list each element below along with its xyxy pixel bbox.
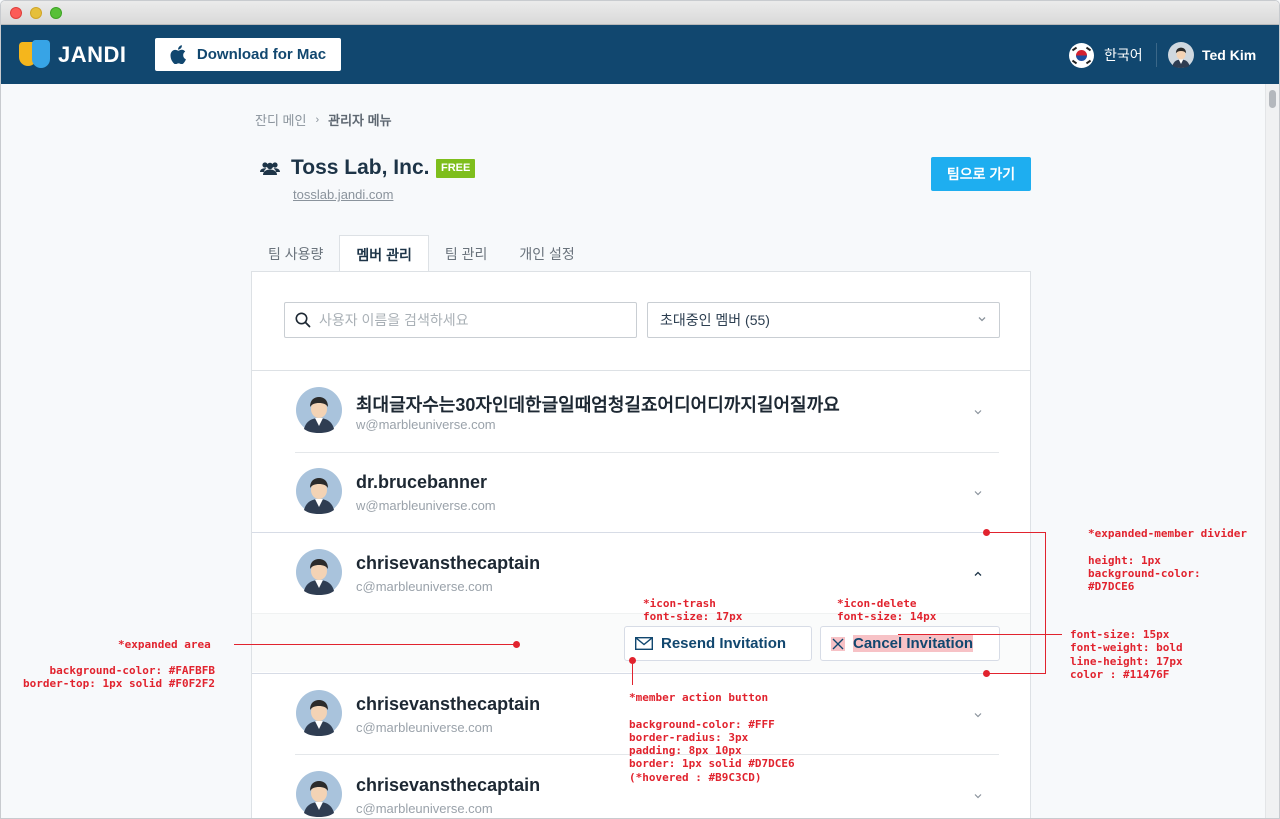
annotation-divider-spec: *expanded-member divider height: 1px bac… [1088, 527, 1247, 594]
search-icon [295, 312, 311, 328]
scrollbar-thumb[interactable] [1269, 90, 1276, 108]
member-name: chrisevansthecaptain [356, 775, 541, 795]
jandi-logo[interactable]: JANDI [19, 39, 127, 71]
annotation-icon-trash: *icon-trash font-size: 17px [643, 597, 743, 624]
jandi-logo-icon [19, 40, 52, 70]
korea-flag-icon [1069, 42, 1094, 68]
chevron-down-icon[interactable] [971, 488, 985, 498]
annotation-button-font: font-size: 15px font-weight: bold line-h… [1070, 628, 1183, 681]
member-email: w@marbleuniverse.com [356, 498, 496, 513]
team-members-icon [260, 162, 280, 175]
member-email: c@marbleuniverse.com [356, 801, 493, 816]
apple-icon [170, 45, 186, 64]
annotation-marker [513, 641, 520, 648]
vertical-scrollbar[interactable] [1265, 84, 1279, 818]
admin-tabs: 팀 사용량 멤버 관리 팀 관리 개인 설정 [252, 235, 591, 273]
member-email: c@marbleuniverse.com [356, 720, 493, 735]
breadcrumb-current: 관리자 메뉴 [328, 113, 392, 128]
tab-team-management[interactable]: 팀 관리 [429, 235, 504, 272]
member-avatar [296, 387, 342, 433]
member-name: chrisevansthecaptain [356, 694, 541, 714]
language-label: 한국어 [1104, 47, 1143, 63]
breadcrumb: 잔디 메인 › 관리자 메뉴 [255, 110, 392, 129]
tab-team-usage[interactable]: 팀 사용량 [252, 235, 339, 272]
plan-badge: FREE [436, 159, 476, 178]
delete-icon [831, 636, 845, 651]
resend-label: Resend Invitation [661, 635, 787, 652]
top-navigation-bar: JANDI Download for Mac 한국어 Ted Kim [1, 25, 1279, 84]
annotation-expanded-area-title: *expanded area [118, 638, 211, 651]
member-avatar [296, 549, 342, 595]
annotation-line [986, 532, 1046, 533]
user-avatar [1168, 42, 1194, 68]
annotation-line [632, 661, 633, 685]
annotation-line [234, 644, 516, 645]
member-avatar [296, 468, 342, 514]
member-search-input[interactable] [319, 312, 619, 328]
member-email: w@marbleuniverse.com [356, 417, 496, 432]
cancel-invitation-button[interactable]: Cancel Invitation [820, 626, 1000, 661]
member-avatar [296, 690, 342, 736]
chevron-down-icon[interactable] [971, 710, 985, 720]
team-name: Toss Lab, Inc. [291, 156, 430, 179]
chevron-up-icon[interactable] [971, 569, 985, 579]
resend-invitation-button[interactable]: Resend Invitation [624, 626, 812, 661]
app-window: JANDI Download for Mac 한국어 Ted Kim 잔디 메인… [0, 0, 1280, 819]
chevron-down-icon[interactable] [971, 791, 985, 801]
member-name: 최대글자수는30자인데한글일때엄청길죠어디어디까지길어질까요 [356, 395, 840, 415]
language-selector[interactable]: 한국어 [1069, 42, 1143, 68]
annotation-member-action-button: *member action button background-color: … [629, 691, 795, 784]
logo-text: JANDI [58, 42, 127, 67]
member-row[interactable]: dr.brucebanner w@marbleuniverse.com [252, 452, 1030, 533]
minimize-window-button[interactable] [30, 7, 42, 19]
zoom-window-button[interactable] [50, 7, 62, 19]
user-menu[interactable]: Ted Kim [1168, 41, 1256, 69]
chevron-down-icon[interactable] [971, 407, 985, 417]
annotation-icon-delete: *icon-delete font-size: 14px [837, 597, 937, 624]
annotation-expanded-area-spec: background-color: #FAFBFB border-top: 1p… [23, 664, 216, 691]
member-name: chrisevansthecaptain [356, 553, 541, 573]
member-filter-select[interactable]: 초대중인 멤버 (55) [647, 302, 1000, 338]
download-label: Download for Mac [196, 46, 327, 63]
breadcrumb-home-link[interactable]: 잔디 메인 [255, 110, 306, 129]
member-row[interactable]: 최대글자수는30자인데한글일때엄청길죠어디어디까지길어질까요 w@marbleu… [252, 371, 1030, 452]
user-name: Ted Kim [1202, 47, 1257, 63]
chevron-down-icon [978, 317, 986, 322]
download-for-mac-button[interactable]: Download for Mac [155, 38, 341, 71]
member-email: c@marbleuniverse.com [356, 579, 493, 594]
topbar-separator [1156, 43, 1157, 67]
close-window-button[interactable] [10, 7, 22, 19]
chevron-right-icon: › [315, 113, 320, 126]
envelope-icon [635, 637, 653, 650]
annotation-line [898, 634, 1062, 635]
window-titlebar [1, 1, 1279, 25]
tab-member-management[interactable]: 멤버 관리 [339, 235, 429, 273]
annotation-line [1045, 532, 1046, 674]
member-search-box[interactable] [284, 302, 637, 338]
member-avatar [296, 771, 342, 817]
team-url-link[interactable]: tosslab.jandi.com [293, 187, 393, 202]
cancel-label: Cancel Invitation [853, 635, 974, 652]
member-name: dr.brucebanner [356, 472, 488, 492]
member-filter-value: 초대중인 멤버 (55) [660, 312, 770, 328]
go-to-team-button[interactable]: 팀으로 가기 [931, 157, 1031, 191]
annotation-marker [983, 670, 990, 677]
tab-personal-settings[interactable]: 개인 설정 [503, 235, 590, 272]
annotation-line [986, 673, 1046, 674]
